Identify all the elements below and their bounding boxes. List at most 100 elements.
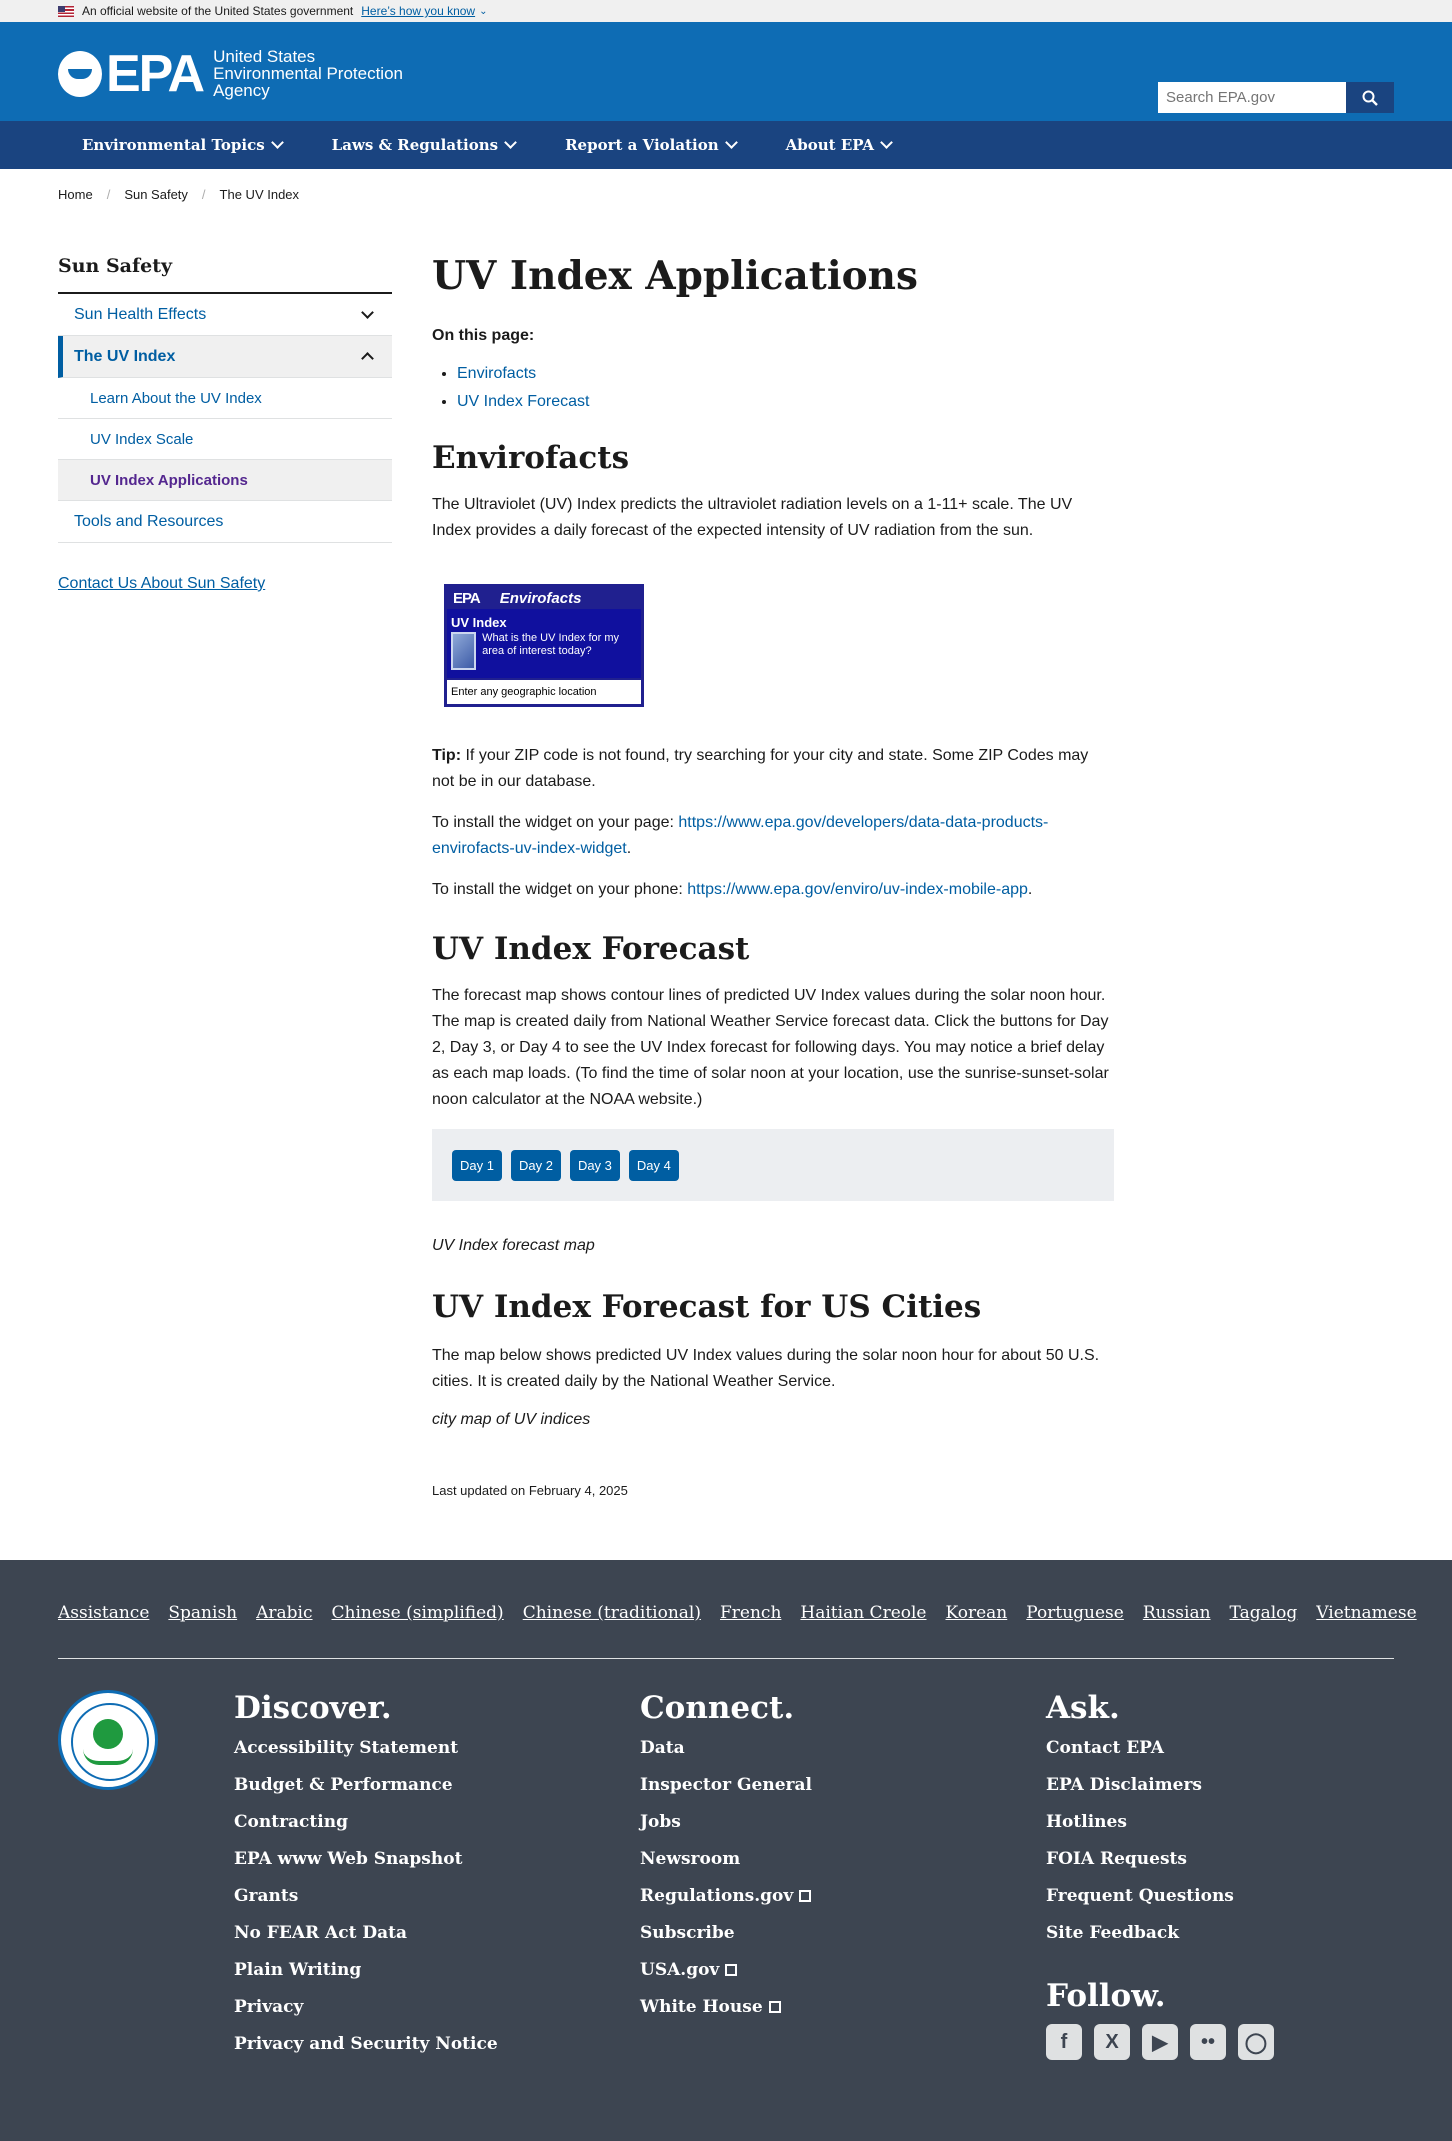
site-header: EPA United States Environmental Protecti…	[0, 22, 1452, 121]
widget-location-input[interactable]: Enter any geographic location	[447, 678, 641, 704]
footer-link[interactable]: No FEAR Act Data	[234, 1923, 498, 1960]
main-content: UV Index Applications On this page: Envi…	[432, 253, 1114, 1498]
epa-logo[interactable]: EPA United States Environmental Protecti…	[58, 44, 403, 103]
sidebar-title: Sun Safety	[58, 255, 173, 277]
sidebar-subitem-scale[interactable]: UV Index Scale	[58, 419, 392, 460]
breadcrumb-uv-index[interactable]: The UV Index	[220, 187, 300, 202]
widget-title: UV Index	[451, 615, 507, 630]
epa-flower-icon	[58, 50, 102, 97]
footer-link[interactable]: Hotlines	[1046, 1812, 1286, 1849]
footer-link[interactable]: Grants	[234, 1886, 498, 1923]
footer-link[interactable]: Newsroom	[640, 1849, 812, 1886]
nav-environmental-topics[interactable]: Environmental Topics	[82, 136, 284, 154]
footer-link-external[interactable]: Regulations.gov	[640, 1886, 812, 1923]
search-form	[1158, 82, 1394, 113]
footer-link[interactable]: Subscribe	[640, 1923, 812, 1960]
day-3-button[interactable]: Day 3	[569, 1149, 620, 1181]
forecast-map-caption: UV Index forecast map	[432, 1237, 595, 1254]
widget-header: EPA Envirofacts	[447, 587, 641, 609]
install-phone-label: To install the widget on your phone:	[432, 881, 688, 898]
lang-link[interactable]: Haitian Creole	[800, 1603, 926, 1623]
install-phone-link[interactable]: https://www.epa.gov/enviro/uv-index-mobi…	[687, 881, 1028, 898]
footer-link[interactable]: EPA Disclaimers	[1046, 1775, 1286, 1812]
globe-icon	[451, 632, 477, 670]
footer-link[interactable]: Site Feedback	[1046, 1923, 1286, 1960]
connect-title: Connect.	[640, 1690, 795, 1726]
day-2-button[interactable]: Day 2	[510, 1149, 561, 1181]
heres-how-you-know-link[interactable]: Here’s how you know	[361, 4, 475, 18]
external-link-icon	[768, 2001, 781, 2013]
flickr-icon[interactable]: ••	[1190, 2024, 1226, 2060]
footer-link[interactable]: EPA www Web Snapshot	[234, 1849, 498, 1886]
footer-link[interactable]: Data	[640, 1738, 812, 1775]
lang-link[interactable]: French	[720, 1603, 781, 1623]
footer-link-external[interactable]: USA.gov	[640, 1960, 812, 1997]
footer-link[interactable]: Accessibility Statement	[234, 1738, 498, 1775]
footer-link[interactable]: Inspector General	[640, 1775, 812, 1812]
sidebar-item-tools-resources[interactable]: Tools and Resources	[58, 501, 392, 543]
chevron-down-icon[interactable]	[361, 305, 374, 319]
toc-envirofacts-link[interactable]: Envirofacts	[457, 365, 536, 382]
footer-link[interactable]: Plain Writing	[234, 1960, 498, 1997]
footer-link[interactable]: Privacy and Security Notice	[234, 2034, 498, 2071]
sidebar-item-sun-health-effects[interactable]: Sun Health Effects	[58, 294, 392, 336]
lang-link[interactable]: Assistance	[58, 1603, 149, 1623]
footer-divider	[58, 1658, 1394, 1659]
instagram-icon[interactable]: ◯	[1238, 2024, 1274, 2060]
footer-link-external[interactable]: White House	[640, 1997, 812, 2034]
logo-text: EPA	[106, 44, 205, 103]
footer-link[interactable]: Budget & Performance	[234, 1775, 498, 1812]
day-1-button[interactable]: Day 1	[452, 1149, 502, 1181]
youtube-icon[interactable]: ▶	[1142, 2024, 1178, 2060]
widget-body: UV Index What is the UV Index for my are…	[447, 609, 641, 678]
nav-report-violation[interactable]: Report a Violation	[565, 136, 738, 154]
footer-link[interactable]: Frequent Questions	[1046, 1886, 1286, 1923]
footer-link[interactable]: Jobs	[640, 1812, 812, 1849]
breadcrumb-home[interactable]: Home	[58, 187, 93, 202]
nav-laws-regulations[interactable]: Laws & Regulations	[332, 136, 517, 154]
chevron-up-icon[interactable]	[361, 352, 374, 365]
agency-line-3: Agency	[213, 81, 270, 100]
agency-line-1: United States	[213, 47, 316, 66]
day-4-button[interactable]: Day 4	[628, 1149, 679, 1181]
footer-link-label: USA.gov	[640, 1960, 720, 1980]
footer-link[interactable]: Privacy	[234, 1997, 498, 2034]
on-this-page-list: Envirofacts UV Index Forecast	[432, 365, 1114, 411]
lang-link[interactable]: Tagalog	[1230, 1603, 1298, 1623]
search-button[interactable]	[1346, 82, 1394, 113]
lang-link[interactable]: Korean	[946, 1603, 1008, 1623]
discover-title: Discover.	[234, 1690, 392, 1726]
lang-link[interactable]: Arabic	[256, 1603, 312, 1623]
last-updated: Last updated on February 4, 2025	[432, 1483, 628, 1498]
search-icon	[1362, 90, 1378, 106]
envirofacts-uv-widget: EPA Envirofacts UV Index What is the UV …	[444, 584, 644, 707]
install-phone-paragraph: To install the widget on your phone: htt…	[432, 881, 1033, 898]
footer-link-label: Regulations.gov	[640, 1886, 794, 1906]
breadcrumb-sun-safety[interactable]: Sun Safety	[124, 187, 188, 202]
sidebar-subitem-learn[interactable]: Learn About the UV Index	[58, 378, 392, 419]
contact-sun-safety-link[interactable]: Contact Us About Sun Safety	[58, 575, 392, 593]
lang-link[interactable]: Spanish	[168, 1603, 237, 1623]
footer-link[interactable]: Contracting	[234, 1812, 498, 1849]
toc-forecast-link[interactable]: UV Index Forecast	[457, 393, 590, 410]
sidebar-item-uv-index[interactable]: The UV Index	[58, 336, 392, 378]
lang-link[interactable]: Chinese (simplified)	[332, 1603, 504, 1623]
footer-link[interactable]: Contact EPA	[1046, 1738, 1286, 1775]
search-input[interactable]	[1158, 82, 1346, 113]
lang-link[interactable]: Chinese (traditional)	[523, 1603, 701, 1623]
facebook-icon[interactable]: f	[1046, 2024, 1082, 2060]
tip-text: If your ZIP code is not found, try searc…	[432, 747, 1089, 790]
widget-epa-logo: EPA	[453, 589, 481, 607]
nav-about-epa[interactable]: About EPA	[786, 136, 893, 154]
external-link-icon	[799, 1890, 812, 1902]
agency-line-2: Environmental Protection	[213, 64, 403, 83]
lang-link[interactable]: Russian	[1143, 1603, 1211, 1623]
sidebar-subitem-applications[interactable]: UV Index Applications	[58, 460, 392, 501]
toc-item: Envirofacts	[457, 365, 1114, 383]
external-link-icon	[725, 1964, 738, 1976]
lang-link[interactable]: Vietnamese	[1316, 1603, 1416, 1623]
footer-discover: Discover. Accessibility Statement Budget…	[234, 1690, 498, 2071]
lang-link[interactable]: Portuguese	[1026, 1603, 1124, 1623]
x-icon[interactable]: X	[1094, 2024, 1130, 2060]
footer-link[interactable]: FOIA Requests	[1046, 1849, 1286, 1886]
